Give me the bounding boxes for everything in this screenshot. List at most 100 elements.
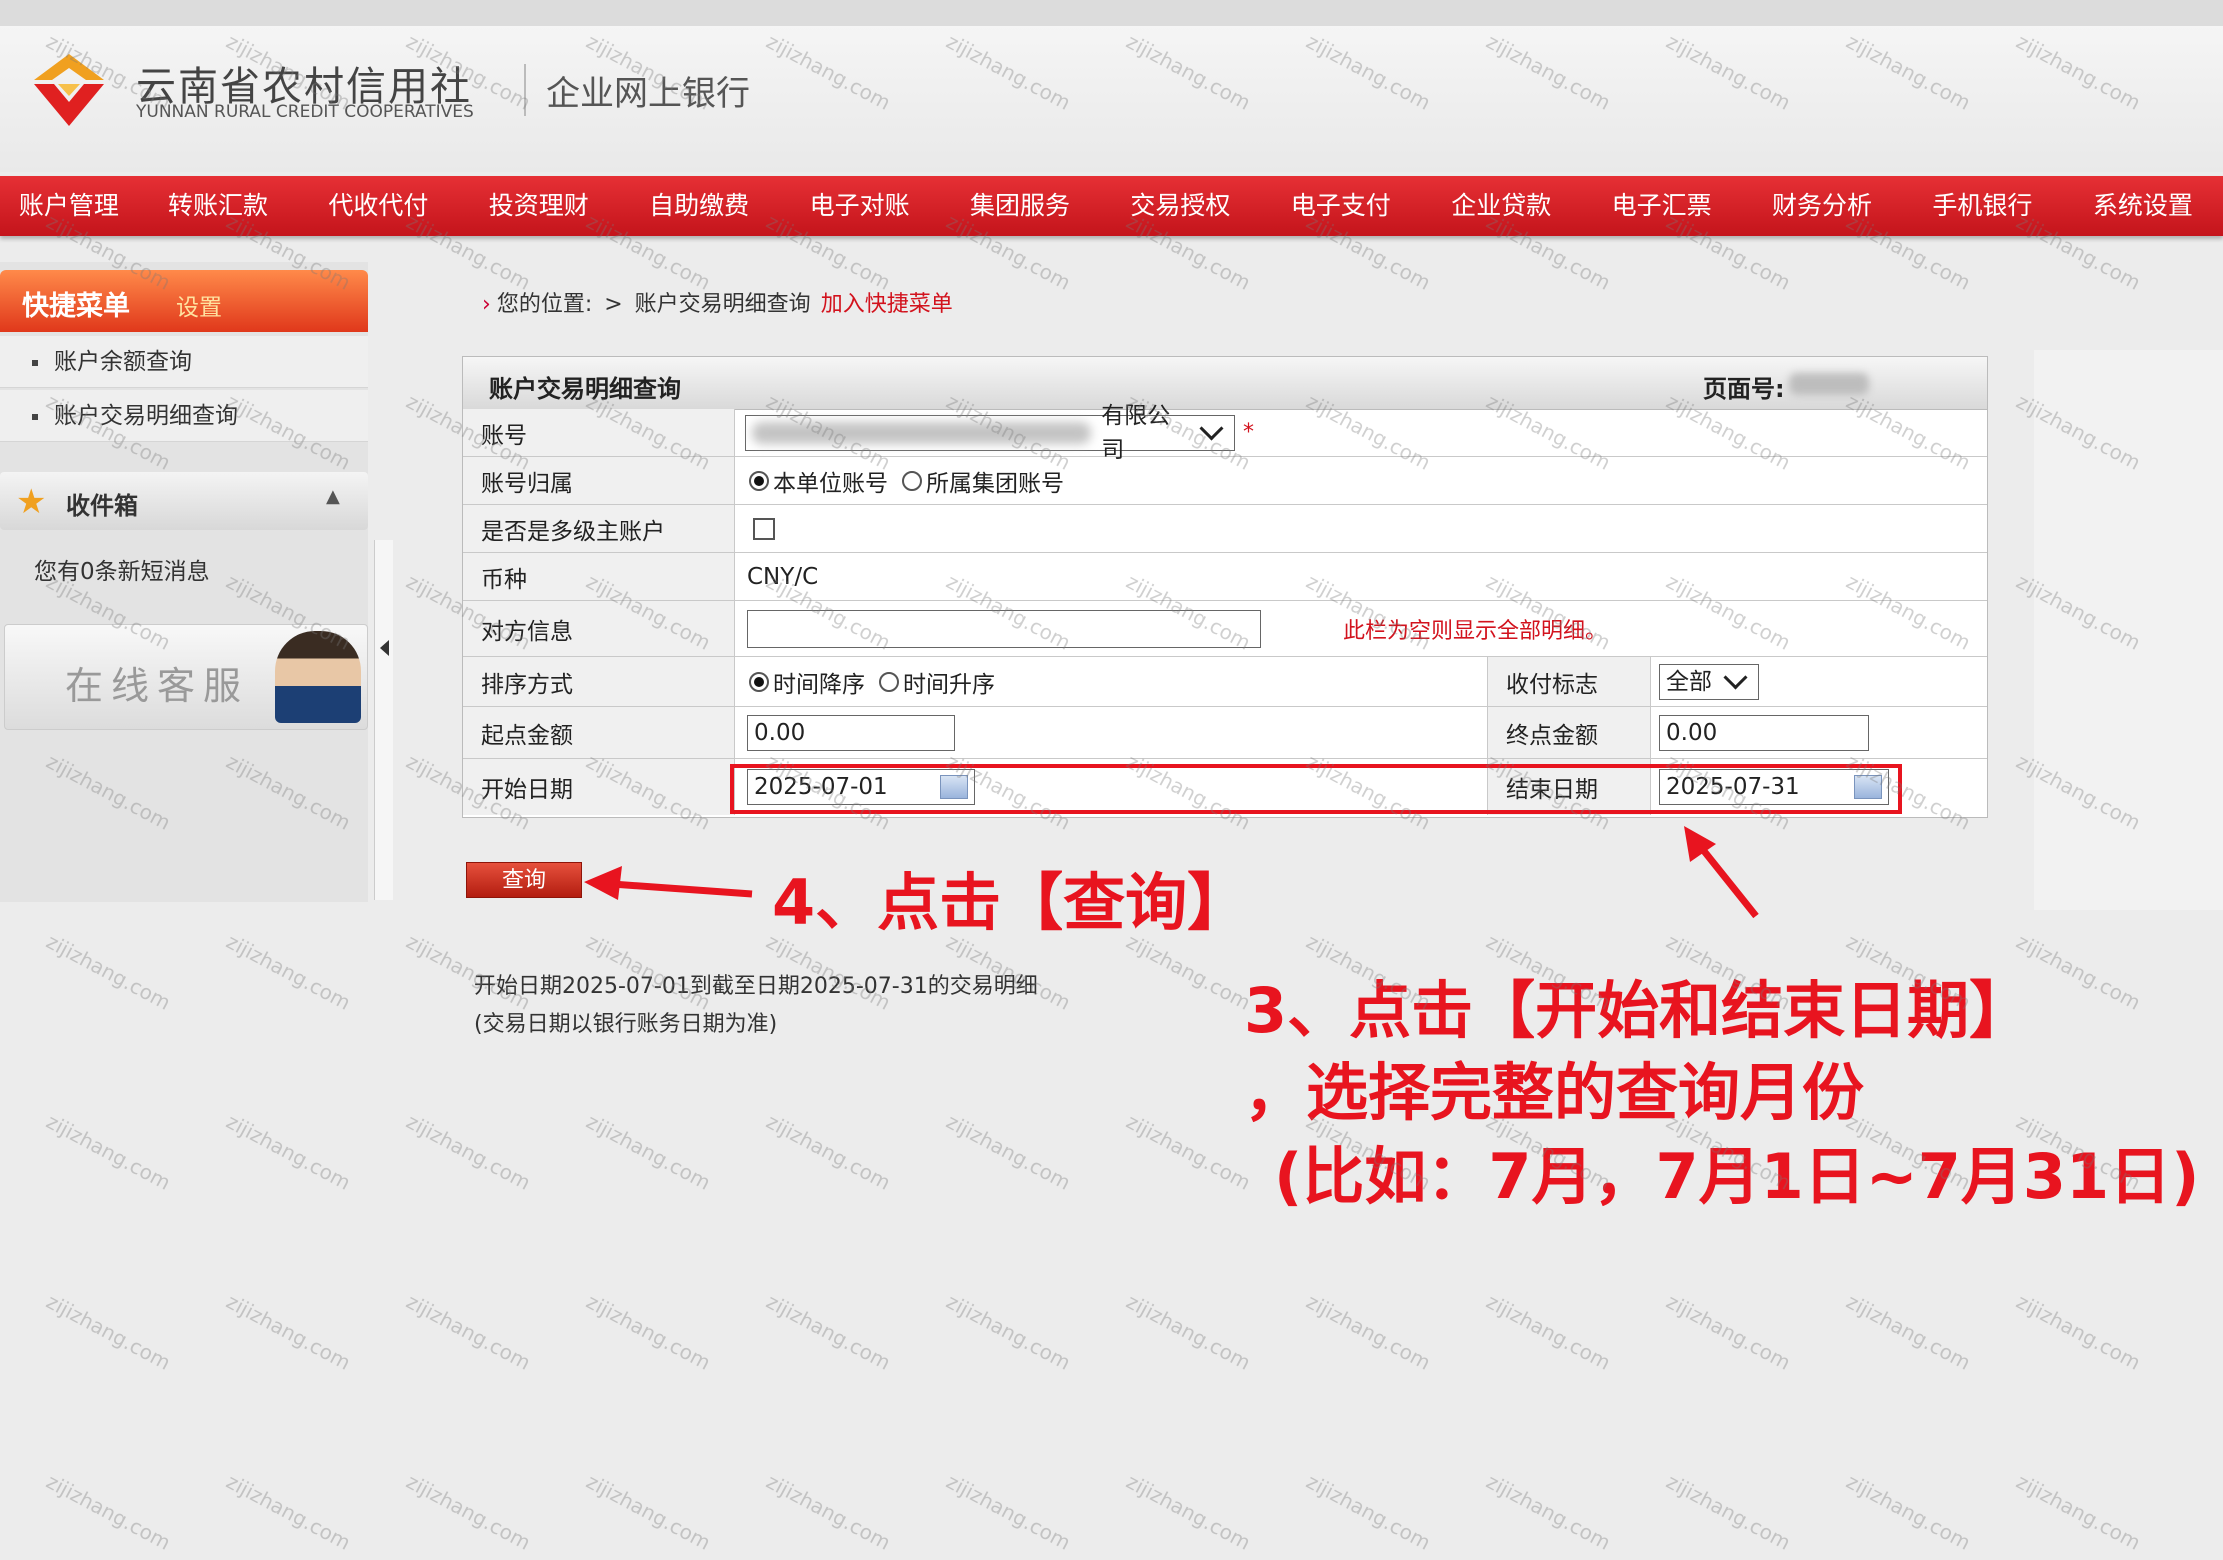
panel-title-bar: 账户交易明细查询 页面号:: [463, 357, 1987, 410]
query-button[interactable]: 查询: [466, 862, 582, 898]
bank-name-en: YUNNAN RURAL CREDIT COOPERATIVES: [136, 102, 474, 122]
watermark-text: zijizhang.com: [2012, 1289, 2145, 1375]
collapse-left-icon[interactable]: [380, 640, 389, 656]
quick-menu-settings-link[interactable]: 设置: [176, 288, 222, 322]
flag-cell: 全部: [1659, 657, 1759, 706]
star-icon: ★: [16, 482, 47, 522]
nav-system-settings[interactable]: 系统设置: [2063, 176, 2223, 236]
result-summary: 开始日期2025-07-01到截至日期2025-07-31的交易明细: [474, 974, 1038, 999]
watermark-text: zijizhang.com: [222, 1109, 355, 1195]
chevron-down-icon: [1723, 665, 1748, 690]
inbox-title: 收件箱: [66, 492, 138, 520]
flag-select[interactable]: 全部: [1659, 663, 1759, 700]
watermark-text: zijizhang.com: [222, 929, 355, 1015]
sort-label: 排序方式: [463, 657, 735, 706]
quick-menu-title: 快捷菜单: [22, 291, 130, 322]
watermark-text: zijizhang.com: [2012, 1469, 2145, 1555]
watermark-text: zijizhang.com: [1122, 1109, 1255, 1195]
add-quick-menu-link[interactable]: 加入快捷菜单: [821, 292, 953, 317]
watermark-text: zijizhang.com: [1662, 1289, 1795, 1375]
watermark-text: zijizhang.com: [42, 1289, 175, 1375]
watermark-text: zijizhang.com: [582, 1109, 715, 1195]
breadcrumb-arrow-icon: ›: [482, 292, 491, 317]
main-nav: 账户管理 转账汇款 代收代付 投资理财 自助缴费 电子对账 集团服务 交易授权 …: [0, 176, 2223, 236]
caret-up-icon[interactable]: ▲: [326, 486, 340, 507]
watermark-text: zijizhang.com: [402, 1469, 535, 1555]
watermark-text: zijizhang.com: [1662, 1469, 1795, 1555]
watermark-text: zijizhang.com: [582, 1469, 715, 1555]
watermark-text: zijizhang.com: [222, 1469, 355, 1555]
watermark-text: zijizhang.com: [1302, 1289, 1435, 1375]
row-currency: 币种 CNY/C: [463, 553, 1987, 601]
sidebar-item-label: 账户余额查询: [54, 349, 192, 375]
watermark-text: zijizhang.com: [1122, 1469, 1255, 1555]
radio-time-desc-label: 时间降序: [773, 671, 865, 698]
start-amount-cell: 0.00: [747, 707, 955, 758]
watermark-text: zijizhang.com: [1122, 929, 1255, 1015]
page-number-label: 页面号:: [1703, 375, 1785, 403]
watermark-text: zijizhang.com: [1482, 1289, 1615, 1375]
flag-select-value: 全部: [1666, 668, 1712, 695]
row-amount: 起点金额 0.00 终点金额 0.00: [463, 707, 1987, 759]
watermark-text: zijizhang.com: [222, 1289, 355, 1375]
sort-cell: 时间降序 时间升序: [735, 657, 995, 706]
radio-time-desc[interactable]: [749, 671, 769, 692]
end-amount-input[interactable]: 0.00: [1659, 714, 1869, 751]
flag-label: 收付标志: [1487, 657, 1651, 706]
watermark-text: zijizhang.com: [1482, 1469, 1615, 1555]
arrow-to-query-icon: [584, 866, 753, 900]
online-customer-service-button[interactable]: 在线客服: [4, 624, 368, 730]
end-amount-label: 终点金额: [1487, 707, 1651, 758]
start-amount-label: 起点金额: [463, 707, 735, 758]
row-sort: 排序方式 时间降序 时间升序 收付标志 全部: [463, 657, 1987, 707]
multilevel-cell: [735, 505, 775, 552]
watermark-text: zijizhang.com: [2012, 929, 2145, 1015]
arrow-to-dates-icon: [1684, 826, 1759, 919]
watermark-text: zijizhang.com: [42, 1109, 175, 1195]
watermark-text: zijizhang.com: [942, 1289, 1075, 1375]
breadcrumb-location-label: 您的位置:: [496, 292, 593, 317]
radio-time-asc[interactable]: [879, 671, 899, 692]
account-owner-cell: 本单位账号 所属集团账号: [735, 457, 1064, 504]
watermark-text: zijizhang.com: [942, 1469, 1075, 1555]
watermark-text: zijizhang.com: [1842, 1469, 1975, 1555]
multilevel-label: 是否是多级主账户: [463, 505, 735, 552]
watermark-text: zijizhang.com: [762, 1109, 895, 1195]
watermark-text: zijizhang.com: [1302, 1469, 1435, 1555]
sidebar-item-balance-query[interactable]: 账户余额查询: [0, 336, 368, 388]
radio-own-account-label: 本单位账号: [773, 470, 888, 497]
breadcrumb-current: 账户交易明细查询: [634, 292, 811, 317]
customer-service-label: 在线客服: [65, 664, 250, 708]
quick-menu-header: 快捷菜单 设置: [0, 270, 368, 332]
watermark-text: zijizhang.com: [402, 1109, 535, 1195]
annotation-step3-line2: ，选择完整的查询月份: [1244, 1056, 1865, 1129]
sidebar-splitter[interactable]: [374, 540, 393, 900]
annotation-step4: 4、点击【查询】: [772, 866, 1250, 939]
breadcrumb-separator: >: [604, 292, 623, 317]
watermark-text: zijizhang.com: [1842, 1289, 1975, 1375]
radio-time-asc-label: 时间升序: [903, 671, 995, 698]
watermark-text: zijizhang.com: [762, 1469, 895, 1555]
watermark-text: zijizhang.com: [402, 1289, 535, 1375]
watermark-text: zijizhang.com: [582, 1289, 715, 1375]
watermark-text: zijizhang.com: [942, 1109, 1075, 1195]
radio-own-account[interactable]: [749, 470, 769, 491]
watermark-text: zijizhang.com: [42, 929, 175, 1015]
row-multilevel: 是否是多级主账户: [463, 505, 1987, 553]
required-marker: *: [1243, 420, 1254, 445]
nav-self-pay[interactable]: 自助缴费: [619, 176, 779, 236]
panel-title: 账户交易明细查询: [489, 375, 681, 403]
query-panel: 账户交易明细查询 页面号: 账号 有限公司 * 账号归属 本单位账号 所属集团账…: [462, 356, 1988, 818]
nav-transfer[interactable]: 转账汇款: [138, 176, 298, 236]
end-amount-cell: 0.00: [1659, 707, 1869, 758]
radio-group-account[interactable]: [902, 470, 922, 491]
nav-e-bill[interactable]: 电子汇票: [1581, 176, 1741, 236]
inbox-header[interactable]: ★ 收件箱 ▲: [0, 472, 368, 530]
watermark-text: zijizhang.com: [42, 1469, 175, 1555]
watermark-text: zijizhang.com: [1122, 1289, 1255, 1375]
top-band: [0, 0, 2223, 26]
start-amount-input[interactable]: 0.00: [747, 714, 955, 751]
radio-group-account-label: 所属集团账号: [926, 470, 1064, 497]
watermark-text: zijizhang.com: [762, 1289, 895, 1375]
multilevel-checkbox[interactable]: [753, 517, 775, 540]
